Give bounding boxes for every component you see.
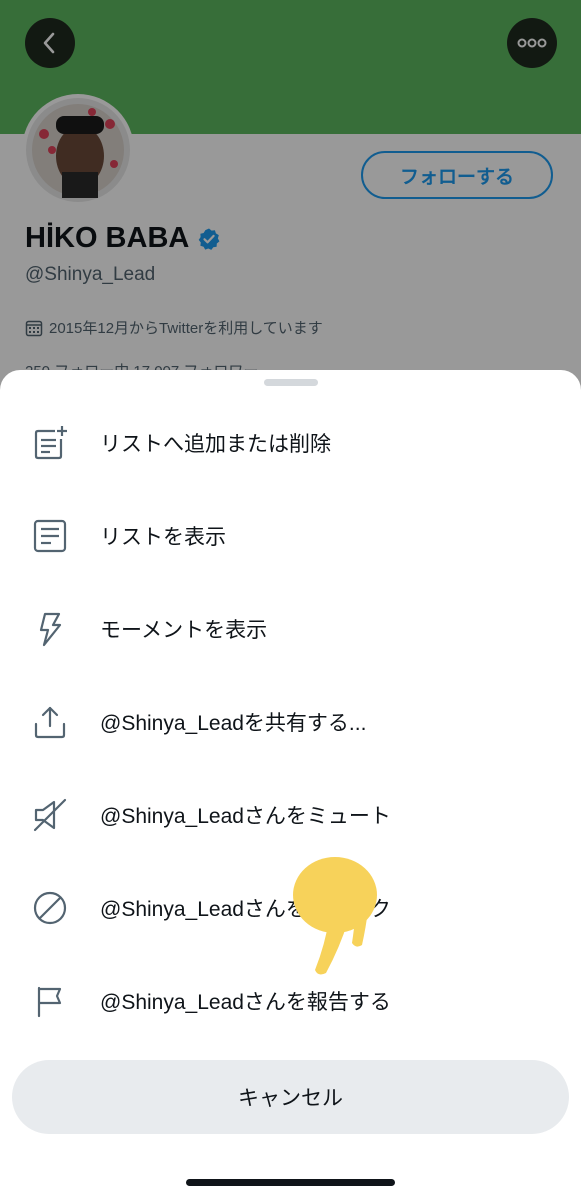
menu-item-label: @Shinya_Leadを共有する... [100,711,367,735]
cancel-button[interactable]: キャンセル [12,1060,569,1134]
menu-item-share[interactable]: @Shinya_Leadを共有する... [0,675,581,768]
menu-item-view-lists[interactable]: リストを表示 [0,489,581,582]
home-indicator [186,1179,395,1186]
flag-icon [30,981,70,1021]
lightning-icon [30,609,70,649]
menu-item-label: リストを表示 [100,525,226,549]
action-sheet: リストへ追加または削除 リストを表示 モーメントを表示 @Shinya_Lead… [0,370,581,1200]
list-add-icon [30,423,70,463]
mute-icon [30,795,70,835]
menu-item-label: モーメントを表示 [100,618,268,642]
sheet-grabber[interactable] [264,379,318,386]
menu-item-label: @Shinya_Leadさんをミュート [100,804,391,828]
menu-item-mute[interactable]: @Shinya_Leadさんをミュート [0,768,581,861]
menu-item-label: @Shinya_Leadさんを報告する [100,990,391,1014]
menu-item-add-remove-list[interactable]: リストへ追加または削除 [0,396,581,489]
pointing-finger-icon [293,857,377,975]
menu-item-view-moments[interactable]: モーメントを表示 [0,582,581,675]
share-icon [30,702,70,742]
list-icon [30,516,70,556]
screen: フォローする HİKO BABA @Shinya_Lead 2015年12月から… [0,0,581,1200]
block-icon [30,888,70,928]
menu-item-label: リストへ追加または削除 [100,432,331,456]
